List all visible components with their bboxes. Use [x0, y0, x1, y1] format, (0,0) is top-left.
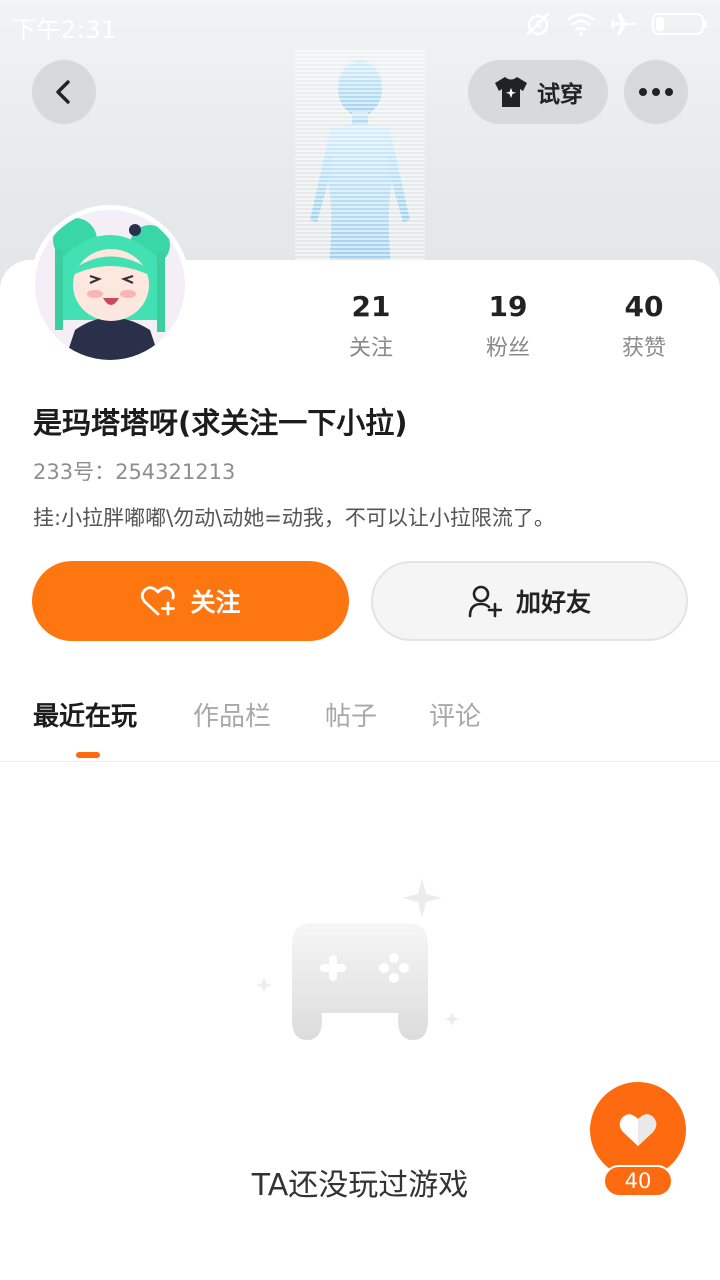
avatar-image [35, 210, 185, 360]
like-count-badge: 40 [603, 1165, 673, 1197]
add-friend-button[interactable]: 加好友 [371, 561, 688, 641]
airplane-icon [611, 13, 636, 35]
add-user-icon [468, 585, 502, 618]
like-button[interactable] [590, 1082, 686, 1178]
stat-likes[interactable]: 40 获赞 [584, 290, 704, 362]
add-friend-label: 加好友 [515, 588, 591, 617]
profile-uid: 233号：254321213 [33, 460, 236, 484]
try-on-button[interactable]: 试穿 [468, 60, 608, 124]
heart-icon [619, 1114, 657, 1146]
tshirt-icon [495, 77, 527, 107]
stat-following[interactable]: 21 关注 [311, 290, 431, 362]
stat-value: 21 [351, 290, 391, 323]
gamepad-empty-icon [256, 878, 459, 1040]
stat-value: 19 [488, 290, 528, 323]
wifi-icon [567, 13, 595, 37]
try-on-label: 试穿 [537, 82, 583, 108]
back-button[interactable] [32, 60, 96, 124]
avatar-3d-figure [295, 50, 425, 265]
heart-plus-icon [141, 586, 176, 616]
stat-label: 关注 [348, 336, 393, 361]
status-bar: 下午2:31 [0, 0, 720, 50]
alarm-off-icon [526, 12, 550, 36]
stat-value: 40 [624, 290, 664, 323]
tab-comments[interactable]: 评论 [429, 696, 481, 733]
follow-button[interactable]: 关注 [32, 561, 349, 641]
stat-followers[interactable]: 19 粉丝 [448, 290, 568, 362]
tab-recent-games[interactable]: 最近在玩 [33, 696, 137, 733]
follow-label: 关注 [190, 588, 241, 617]
profile-bio: 挂:小拉胖嘟嘟\勿动\动她=动我，不可以让小拉限流了。 [33, 506, 555, 530]
tab-works[interactable]: 作品栏 [193, 696, 271, 733]
profile-tabs: 最近在玩 作品栏 帖子 评论 [0, 696, 720, 762]
more-horizontal-icon [639, 88, 673, 96]
active-tab-indicator [76, 752, 100, 758]
chevron-left-icon [56, 80, 70, 104]
tab-posts[interactable]: 帖子 [325, 696, 377, 733]
stat-label: 获赞 [621, 336, 666, 361]
avatar[interactable] [30, 205, 190, 365]
battery-icon [652, 13, 707, 35]
profile-name: 是玛塔塔呀(求关注一下小拉) [33, 406, 408, 440]
tab-divider [0, 761, 720, 762]
status-time: 下午2:31 [12, 16, 117, 44]
stat-label: 粉丝 [485, 336, 530, 361]
more-button[interactable] [624, 60, 688, 124]
